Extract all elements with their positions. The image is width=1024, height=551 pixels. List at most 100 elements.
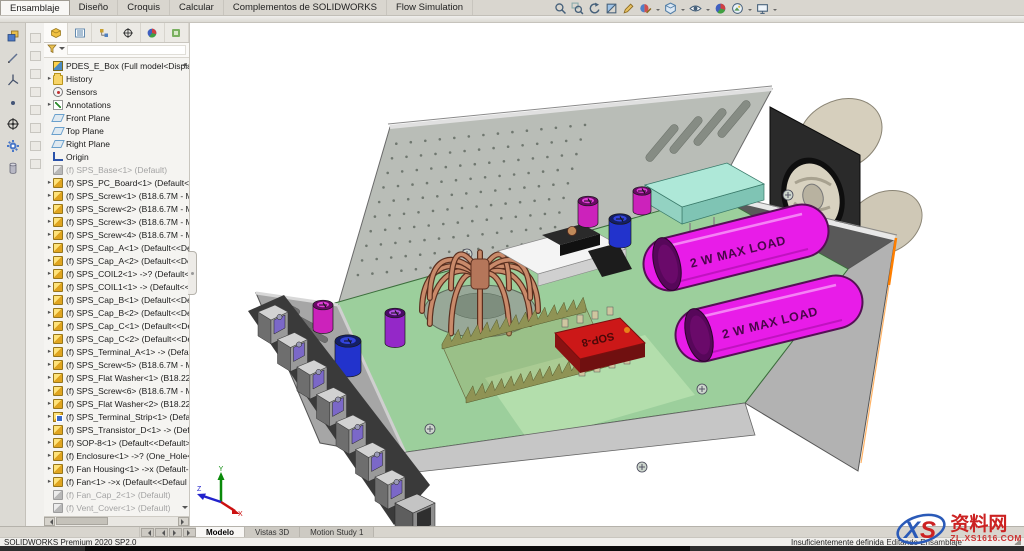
3d-model-scene[interactable]: SOP-8 2 W MAX LOAD 2 W MAX LOAD bbox=[190, 23, 1024, 526]
tree-item[interactable]: Right Plane bbox=[44, 137, 189, 150]
tree-item[interactable]: ▸ (f) SPS_Cap_B<2> (Default<<Def bbox=[44, 306, 189, 319]
expand-arrow-icon[interactable]: ▸ bbox=[46, 176, 53, 189]
tree-item[interactable]: ▸ Annotations bbox=[44, 98, 189, 111]
component-icon[interactable] bbox=[5, 160, 21, 175]
expand-arrow-icon[interactable]: ▸ bbox=[46, 98, 53, 111]
tree-item[interactable]: ▸ (f) Fan<1> ->x (Default<<Defaul bbox=[44, 475, 189, 488]
capacitor-magenta[interactable] bbox=[312, 299, 334, 334]
tree-item[interactable]: (f) Vent_Cover<1> (Default) bbox=[44, 501, 189, 514]
capacitor-magenta[interactable] bbox=[632, 186, 652, 216]
tree-root[interactable]: PDES_E_Box (Full model<Display Stat bbox=[44, 59, 189, 72]
assembly-icon[interactable] bbox=[5, 28, 21, 43]
gear-icon[interactable] bbox=[5, 138, 21, 153]
scroll-up-icon[interactable] bbox=[182, 60, 188, 68]
tree-item[interactable]: ▸ (f) SPS_Terminal_Strip<1> (Defau bbox=[44, 410, 189, 423]
graphics-viewport[interactable]: SOP-8 2 W MAX LOAD 2 W MAX LOAD Y Z X bbox=[188, 23, 1024, 526]
tree-item[interactable]: ▸ (f) SPS_Flat Washer<1> (B18.22M bbox=[44, 371, 189, 384]
sketch-pencil-icon[interactable] bbox=[5, 50, 21, 65]
appearances-icon[interactable] bbox=[713, 1, 728, 15]
ribbon-tab-calcular[interactable]: Calcular bbox=[170, 0, 224, 15]
tree-item[interactable]: Front Plane bbox=[44, 111, 189, 124]
expand-arrow-icon[interactable]: ▸ bbox=[46, 384, 53, 397]
zoom-area-icon[interactable] bbox=[570, 1, 585, 15]
panel-splitter-handle[interactable] bbox=[188, 251, 197, 295]
expand-arrow-icon[interactable]: ▸ bbox=[46, 293, 53, 306]
zoom-fit-icon[interactable] bbox=[553, 1, 568, 15]
filter-dropdown-icon[interactable] bbox=[59, 47, 65, 53]
expand-arrow-icon[interactable]: ▸ bbox=[46, 202, 53, 215]
ribbon-tab-ensamblaje[interactable]: Ensamblaje bbox=[0, 0, 70, 15]
tree-item[interactable]: ▸ (f) SPS_COIL2<1> ->? (Default<< bbox=[44, 267, 189, 280]
tab-dimxpertmanager[interactable] bbox=[117, 23, 141, 42]
capacitor-blue[interactable] bbox=[608, 213, 632, 249]
scrollbar-thumb[interactable] bbox=[56, 517, 108, 525]
scroll-left-icon[interactable] bbox=[44, 517, 55, 526]
dropdown-caret-icon[interactable] bbox=[748, 8, 752, 13]
tree-item[interactable]: ▸ (f) SPS_COIL1<1> -> (Default<<D bbox=[44, 280, 189, 293]
expand-arrow-icon[interactable]: ▸ bbox=[46, 332, 53, 345]
dropdown-caret-icon[interactable] bbox=[681, 8, 685, 13]
display-style-icon[interactable] bbox=[663, 1, 678, 15]
tab-propertymanager[interactable] bbox=[68, 23, 93, 42]
expand-arrow-icon[interactable]: ▸ bbox=[46, 397, 53, 410]
tree-item[interactable]: ▸ History bbox=[44, 72, 189, 85]
tree-item[interactable]: ▸ (f) SPS_Cap_C<1> (Default<<Def bbox=[44, 319, 189, 332]
expand-arrow-icon[interactable]: ▸ bbox=[46, 319, 53, 332]
tab-displaymanager[interactable] bbox=[141, 23, 165, 42]
expand-arrow-icon[interactable]: ▸ bbox=[46, 475, 53, 488]
tree-item[interactable]: ▸ (f) SPS_Cap_A<2> (Default<<Def bbox=[44, 254, 189, 267]
expand-arrow-icon[interactable]: ▸ bbox=[46, 189, 53, 202]
expand-arrow-icon[interactable]: ▸ bbox=[46, 241, 53, 254]
dropdown-caret-icon[interactable] bbox=[773, 8, 777, 13]
ribbon-tab-flow-simulation[interactable]: Flow Simulation bbox=[387, 0, 474, 15]
tree-item[interactable]: ▸ (f) SPS_PC_Board<1> (Default<< bbox=[44, 176, 189, 189]
hide-show-icon[interactable] bbox=[688, 1, 703, 15]
scroll-right-icon[interactable] bbox=[178, 517, 189, 526]
tab-featuremanager-design-tree[interactable] bbox=[44, 23, 69, 42]
tree-item[interactable]: (f) Fan_Cap_2<1> (Default) bbox=[44, 488, 189, 501]
edit-appearance-icon[interactable] bbox=[638, 1, 653, 15]
ribbon-tab-diseño[interactable]: Diseño bbox=[70, 0, 119, 15]
tree-item[interactable]: Top Plane bbox=[44, 124, 189, 137]
expand-arrow-icon[interactable]: ▸ bbox=[46, 345, 53, 358]
tab-scroll-first-icon[interactable] bbox=[141, 528, 154, 537]
tab-scroll-prev-icon[interactable] bbox=[155, 528, 168, 537]
tree-item[interactable]: (f) SPS_Base<1> (Default) bbox=[44, 163, 189, 176]
rotate-view-icon[interactable] bbox=[5, 116, 21, 131]
tree-item[interactable]: ▸ (f) Fan Housing<1> ->x (Default- bbox=[44, 462, 189, 475]
document-tab-vistas-3d[interactable]: Vistas 3D bbox=[245, 527, 301, 537]
scroll-down-icon[interactable] bbox=[182, 506, 188, 514]
tree-item[interactable]: ▸ (f) SPS_Cap_A<1> (Default<<Def bbox=[44, 241, 189, 254]
tree-item[interactable]: ▸ (f) SPS_Transistor_D<1> -> (Defa bbox=[44, 423, 189, 436]
tree-item[interactable]: ▸ (f) SPS_Flat Washer<2> (B18.22M bbox=[44, 397, 189, 410]
capacitor-purple[interactable] bbox=[384, 307, 406, 348]
expand-arrow-icon[interactable]: ▸ bbox=[46, 449, 53, 462]
expand-arrow-icon[interactable]: ▸ bbox=[46, 371, 53, 384]
view-settings-icon[interactable] bbox=[755, 1, 770, 15]
filter-funnel-icon[interactable] bbox=[47, 44, 57, 56]
expand-arrow-icon[interactable]: ▸ bbox=[46, 436, 53, 449]
point-icon[interactable] bbox=[5, 94, 21, 109]
dropdown-caret-icon[interactable] bbox=[656, 8, 660, 13]
expand-arrow-icon[interactable]: ▸ bbox=[46, 228, 53, 241]
expand-arrow-icon[interactable]: ▸ bbox=[46, 72, 53, 85]
expand-arrow-icon[interactable]: ▸ bbox=[46, 215, 53, 228]
capacitor-magenta[interactable] bbox=[577, 195, 599, 228]
ribbon-tab-croquis[interactable]: Croquis bbox=[118, 0, 170, 15]
tab-configurationmanager[interactable] bbox=[92, 23, 117, 42]
expand-arrow-icon[interactable]: ▸ bbox=[46, 462, 53, 475]
tree-item[interactable]: ▸ (f) SPS_Screw<2> (B18.6.7M - M3 bbox=[44, 202, 189, 215]
tree-item[interactable]: ▸ (f) SPS_Cap_B<1> (Default<<Def bbox=[44, 293, 189, 306]
tree-item[interactable]: ▸ (f) SPS_Screw<4> (B18.6.7M - M3 bbox=[44, 228, 189, 241]
tab-scroll-last-icon[interactable] bbox=[183, 528, 196, 537]
tab-scroll-next-icon[interactable] bbox=[169, 528, 182, 537]
tree-item[interactable]: ▸ (f) SPS_Screw<5> (B18.6.7M - M3 bbox=[44, 358, 189, 371]
expand-arrow-icon[interactable]: ▸ bbox=[46, 410, 53, 423]
scene-icon[interactable] bbox=[730, 1, 745, 15]
tree-item[interactable]: ▸ (f) SPS_Screw<1> (B18.6.7M - M3 bbox=[44, 189, 189, 202]
coordinate-system-icon[interactable] bbox=[5, 72, 21, 87]
tree-item[interactable]: ▸ (f) SPS_Screw<3> (B18.6.7M - M3 bbox=[44, 215, 189, 228]
tree-item[interactable]: ▸ (f) Enclosure<1> ->? (One_Hole< bbox=[44, 449, 189, 462]
filter-input[interactable] bbox=[67, 45, 186, 55]
tree-item[interactable]: Sensors bbox=[44, 85, 189, 98]
